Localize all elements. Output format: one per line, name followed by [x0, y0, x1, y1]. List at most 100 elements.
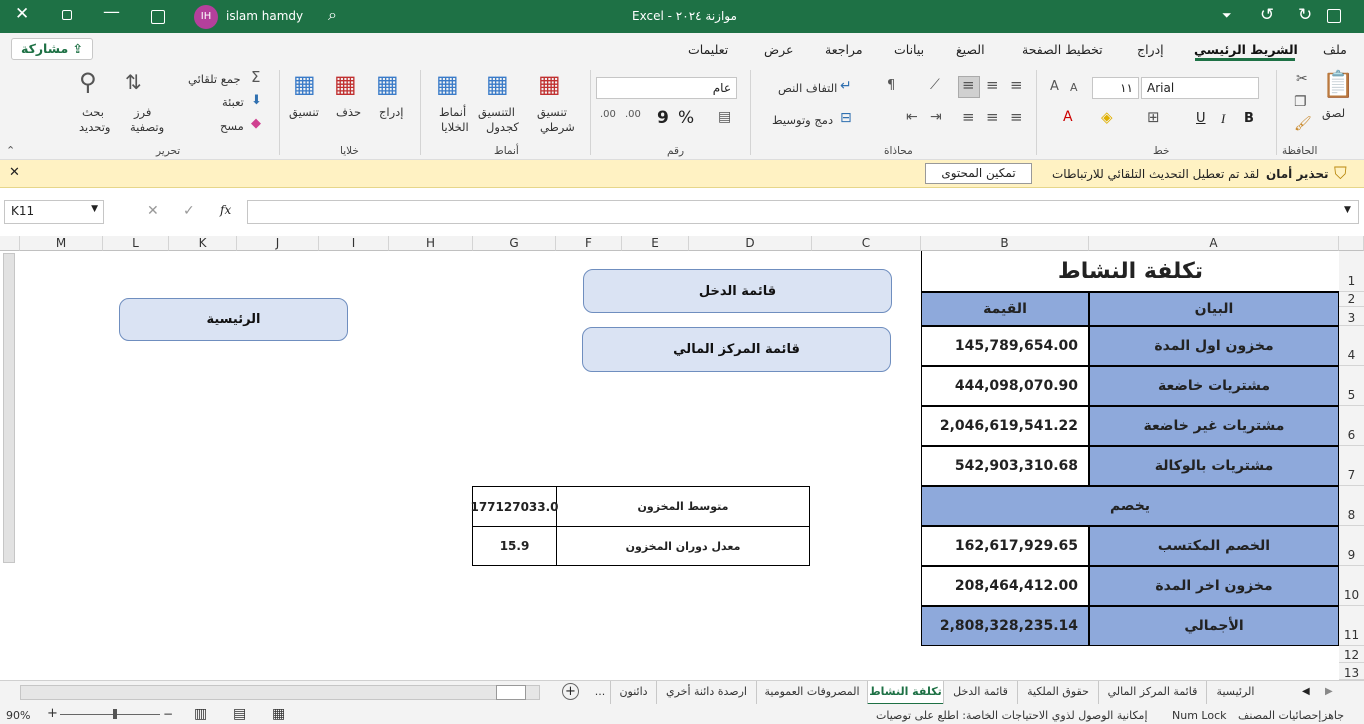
autosum-icon[interactable]: Σ: [251, 70, 260, 85]
column-header-B[interactable]: B: [921, 236, 1089, 251]
zoom-slider[interactable]: [60, 714, 160, 715]
borders-icon[interactable]: ⊞: [1147, 110, 1160, 125]
column-header-H[interactable]: H: [389, 236, 473, 251]
tab-data[interactable]: بيانات: [894, 42, 924, 57]
align-middle-icon[interactable]: ≡: [986, 78, 999, 93]
format-painter-icon[interactable]: 🖌: [1294, 117, 1312, 131]
workbook-stats[interactable]: إحصائيات المصنف: [1238, 709, 1321, 722]
cell-styles-icon[interactable]: ▦: [436, 72, 459, 96]
tab-formulas[interactable]: الصيغ: [956, 42, 985, 57]
accounting-icon[interactable]: ▤: [718, 110, 731, 124]
autosum-button[interactable]: جمع تلقائي: [188, 72, 241, 86]
accessibility-status[interactable]: إمكانية الوصول لذوي الاحتياجات الخاصة: ا…: [876, 709, 1148, 722]
sheet-tab[interactable]: المصروفات العمومية: [756, 681, 867, 705]
row-header-9[interactable]: 9: [1339, 526, 1364, 566]
zoom-level[interactable]: 90%: [6, 709, 30, 722]
zoom-in-icon[interactable]: −: [163, 707, 173, 721]
row-header-7[interactable]: 7: [1339, 446, 1364, 486]
clear-button[interactable]: مسح: [220, 119, 244, 133]
column-header-G[interactable]: G: [473, 236, 556, 251]
font-size-select[interactable]: ١١: [1092, 77, 1139, 99]
percent-button[interactable]: %: [678, 108, 694, 128]
share-button[interactable]: مشاركة ⇪: [11, 38, 93, 60]
sheet-tab[interactable]: قائمة المركز المالي: [1098, 681, 1206, 705]
bold-button[interactable]: B: [1244, 111, 1254, 126]
increase-decimal-icon[interactable]: .00: [625, 110, 641, 120]
page-layout-icon[interactable]: ▤: [233, 706, 246, 722]
zoom-slider-thumb[interactable]: [113, 709, 117, 719]
format-table-icon[interactable]: ▦: [486, 72, 509, 96]
minimize-icon[interactable]: —: [103, 4, 120, 21]
tab-help[interactable]: تعليمات: [688, 42, 728, 57]
tab-page-layout[interactable]: تخطيط الصفحة: [1022, 42, 1103, 57]
cancel-formula-icon[interactable]: ✕: [147, 203, 159, 219]
conditional-format-button[interactable]: تنسيق: [537, 105, 567, 119]
merge-center-button[interactable]: دمج وتوسيط: [772, 113, 833, 127]
row-header-6[interactable]: 6: [1339, 406, 1364, 446]
row-header-3[interactable]: 3: [1339, 307, 1364, 326]
sheet-tab[interactable]: حقوق الملكية: [1017, 681, 1098, 705]
add-sheet-icon[interactable]: +: [562, 683, 579, 700]
align-right-icon[interactable]: ≡: [1010, 110, 1023, 125]
delete-cells-button[interactable]: حذف: [336, 105, 361, 119]
close-icon[interactable]: ✕: [15, 6, 29, 23]
formula-input[interactable]: [247, 200, 1359, 224]
italic-button[interactable]: I: [1221, 111, 1225, 127]
insert-function-button[interactable]: fx: [220, 203, 231, 217]
normal-view-icon[interactable]: ▦: [272, 706, 285, 722]
paste-icon[interactable]: 📋: [1322, 72, 1354, 98]
column-header-K[interactable]: K: [169, 236, 237, 251]
row-header-12[interactable]: 12: [1339, 646, 1364, 663]
income-statement-button[interactable]: قائمة الدخل: [583, 269, 892, 313]
tab-view[interactable]: عرض: [764, 42, 793, 57]
horizontal-scroll-thumb[interactable]: [496, 685, 526, 700]
customize-icon[interactable]: ⏷: [1222, 9, 1232, 21]
row-header-13[interactable]: 13: [1339, 663, 1364, 680]
horizontal-scrollbar[interactable]: [20, 685, 540, 700]
find-select-button[interactable]: بحث: [82, 105, 104, 119]
row-header-2[interactable]: 2: [1339, 292, 1364, 307]
avatar[interactable]: IH: [194, 5, 218, 29]
sheet-tab[interactable]: الرئيسية: [1206, 681, 1264, 705]
sort-filter-button[interactable]: فرز: [134, 105, 151, 119]
tab-file[interactable]: ملف: [1323, 42, 1347, 57]
column-header-A[interactable]: A: [1089, 236, 1339, 251]
scroll-tabs-right-icon[interactable]: ▶: [1325, 686, 1333, 697]
sort-filter-icon[interactable]: ⇅: [125, 72, 142, 92]
column-header-D[interactable]: D: [689, 236, 812, 251]
eraser-icon[interactable]: ◆: [251, 117, 261, 130]
sheet-tab[interactable]: دائنون: [610, 681, 656, 705]
wrap-text-button[interactable]: التفاف النص: [778, 81, 837, 95]
align-top-icon[interactable]: ≡: [1010, 78, 1023, 93]
restore-icon[interactable]: [62, 10, 72, 20]
find-icon[interactable]: ⚲: [79, 70, 97, 94]
confirm-formula-icon[interactable]: ✓: [183, 203, 195, 219]
outdent-icon[interactable]: ⇤: [906, 110, 918, 124]
rtl-icon[interactable]: ¶: [887, 79, 895, 92]
row-header-5[interactable]: 5: [1339, 366, 1364, 406]
more-sheets[interactable]: ...: [590, 681, 610, 705]
fill-button[interactable]: تعبئة: [222, 95, 244, 109]
format-cells-button[interactable]: تنسيق: [289, 105, 319, 119]
fill-color-icon[interactable]: ◈: [1101, 110, 1113, 125]
home-button[interactable]: الرئيسية: [119, 298, 348, 341]
copy-icon[interactable]: ❐: [1294, 95, 1307, 109]
format-cells-icon[interactable]: ▦: [293, 72, 316, 96]
align-left-icon[interactable]: ≡: [962, 110, 975, 125]
tab-review[interactable]: مراجعة: [825, 42, 863, 57]
insert-cells-icon[interactable]: ▦: [376, 72, 399, 96]
sheet-tab-active[interactable]: تكلفة النشاط: [867, 681, 943, 705]
column-header-M[interactable]: M: [20, 236, 103, 251]
search-icon[interactable]: ⌕: [328, 7, 337, 23]
column-header-E[interactable]: E: [622, 236, 689, 251]
collapse-ribbon-icon[interactable]: ⌃: [6, 145, 15, 156]
merge-icon[interactable]: ⊟: [840, 111, 852, 125]
row-header-4[interactable]: 4: [1339, 326, 1364, 366]
row-header-10[interactable]: 10: [1339, 566, 1364, 606]
conditional-format-icon[interactable]: ▦: [538, 72, 561, 96]
column-header-F[interactable]: F: [556, 236, 622, 251]
cut-icon[interactable]: ✂: [1296, 72, 1308, 86]
column-header-J[interactable]: J: [237, 236, 319, 251]
zoom-out-icon[interactable]: +: [47, 706, 58, 721]
wrap-text-icon[interactable]: ↵: [840, 79, 852, 93]
